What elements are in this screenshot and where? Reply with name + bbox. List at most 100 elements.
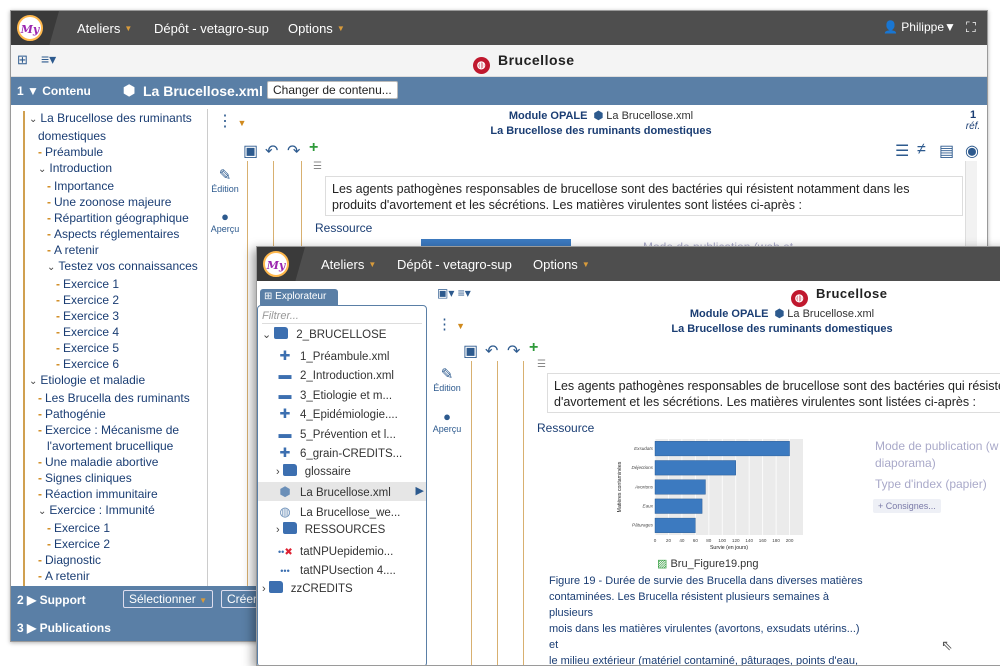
explorer-item[interactable]: ✚ 1_Préambule.xml bbox=[258, 346, 426, 365]
explorer-item[interactable]: ▬ 5_Prévention et l... bbox=[258, 424, 426, 443]
menu-icon[interactable]: ≡▾ bbox=[41, 51, 56, 68]
filter-icon[interactable]: ☰ bbox=[895, 141, 909, 161]
support-toggle[interactable]: 2 ▶ Support bbox=[17, 593, 86, 607]
menu-options[interactable]: Options ▼ bbox=[288, 21, 345, 36]
expand-arrow-icon[interactable]: ▶ bbox=[416, 482, 424, 501]
outline-icon[interactable]: ▤ bbox=[939, 141, 954, 161]
explorer-item[interactable]: ⬢ La Brucellose.xml ▶ bbox=[258, 482, 426, 501]
menu-ateliers[interactable]: Ateliers ▼ bbox=[321, 257, 376, 272]
not-equal-icon[interactable]: ≠ bbox=[917, 141, 926, 159]
explorer-item[interactable]: ✚ 4_Epidémiologie.... bbox=[258, 404, 426, 423]
explorer-item[interactable]: ◍ La Brucellose_we... bbox=[258, 502, 426, 521]
undo-icon[interactable]: ↶ bbox=[485, 341, 498, 361]
tree-item[interactable]: - Pathogénie bbox=[25, 406, 207, 422]
undo-icon[interactable]: ↶ bbox=[265, 141, 278, 161]
explorer-tab[interactable]: ⊞ Explorateur bbox=[260, 289, 338, 305]
menu-options[interactable]: Options ▼ bbox=[533, 257, 590, 272]
tree-item[interactable]: - Exercice 1 bbox=[25, 276, 207, 292]
edition-tab[interactable]: ✎ Édition bbox=[429, 365, 465, 393]
contenu-toggle[interactable]: 1 ▼ Contenu bbox=[17, 84, 91, 98]
explorer-item[interactable]: › RESSOURCES bbox=[258, 521, 426, 540]
chevron-down-icon[interactable]: ⌄ bbox=[262, 329, 274, 341]
chevron-down-icon[interactable]: ⌄ bbox=[38, 164, 46, 175]
save-icon[interactable]: ▣ bbox=[243, 141, 258, 161]
filter-input[interactable]: Filtrer... bbox=[262, 310, 422, 324]
explorer-item[interactable]: ▬ 2_Introduction.xml bbox=[258, 365, 426, 384]
paragraph-handle-icon[interactable]: ☰ bbox=[537, 359, 546, 370]
tree-item[interactable]: ⌄ Etiologie et maladie bbox=[25, 372, 207, 390]
tree-item[interactable]: - Une zoonose majeure bbox=[25, 194, 207, 210]
paragraph-text[interactable]: Les agents pathogènes responsables de br… bbox=[547, 373, 1000, 413]
menu-depot[interactable]: Dépôt - vetagro-sup bbox=[154, 21, 269, 36]
app-logo[interactable]: My bbox=[17, 15, 43, 41]
eye-icon[interactable]: ◉ bbox=[965, 141, 979, 161]
tree-item[interactable]: - Diagnostic bbox=[25, 552, 207, 568]
tree-item[interactable]: -A retenir bbox=[25, 568, 207, 584]
figure-caption[interactable]: Figure 19 - Durée de survie des Brucella… bbox=[549, 573, 869, 665]
redo-icon[interactable]: ↷ bbox=[287, 141, 300, 161]
kebab-icon[interactable]: ⋮ ▼ bbox=[437, 315, 465, 333]
explorer-item[interactable]: › zzCREDITS bbox=[258, 580, 426, 599]
tree-item[interactable]: ⌄Testez vos connaissances bbox=[25, 258, 207, 276]
explorer-item[interactable]: ▬ 3_Etiologie et m... bbox=[258, 385, 426, 404]
briefcase-icon: ▬ bbox=[278, 425, 292, 441]
ref-counter[interactable]: 1 réf. bbox=[961, 109, 985, 132]
tree-item[interactable]: - Exercice 2 bbox=[25, 536, 207, 552]
tree-item[interactable]: - Exercice 1 bbox=[25, 520, 207, 536]
tree-item[interactable]: - Signes cliniques bbox=[25, 470, 207, 486]
tree-item[interactable]: - Exercice 2 bbox=[25, 292, 207, 308]
explorer-item[interactable]: ⌄ 2_BRUCELLOSE bbox=[258, 326, 426, 345]
figure-file[interactable]: ▨ Bru_Figure19.png bbox=[657, 557, 759, 570]
publications-toggle[interactable]: 3 ▶ Publications bbox=[17, 621, 111, 635]
explorer-item[interactable]: ✚ 6_grain-CREDITS... bbox=[258, 443, 426, 462]
view-icon[interactable]: ▣▾ ≡▾ bbox=[437, 286, 471, 300]
chevron-right-icon[interactable]: › bbox=[262, 583, 269, 595]
tree-item[interactable]: ⌄ La Brucellose des ruminants bbox=[25, 110, 207, 128]
select-button[interactable]: Sélectionner ▼ bbox=[123, 590, 213, 608]
tree-item[interactable]: - Exercice 3 bbox=[25, 308, 207, 324]
tree-item[interactable]: - Exercice 4 bbox=[25, 324, 207, 340]
paragraph-text[interactable]: Les agents pathogènes responsables de br… bbox=[325, 176, 963, 216]
tree-item[interactable]: - Importance bbox=[25, 178, 207, 194]
menu-depot[interactable]: Dépôt - vetagro-sup bbox=[397, 257, 512, 272]
tree-item[interactable]: - Réaction immunitaire bbox=[25, 486, 207, 502]
paragraph-handle-icon[interactable]: ☰ bbox=[313, 161, 322, 172]
add-icon[interactable]: + bbox=[309, 139, 318, 157]
edition-tab[interactable]: ✎ Édition bbox=[207, 166, 243, 194]
explorer-item[interactable]: ••• tatNPUsection 4.... bbox=[258, 560, 426, 579]
tree-item[interactable]: ⌄ Exercice : Immunité bbox=[25, 502, 207, 520]
tree-item[interactable]: l'avortement brucellique bbox=[25, 438, 207, 454]
tree-item[interactable]: - Exercice 5 bbox=[25, 340, 207, 356]
apercu-tab[interactable]: ● Aperçu bbox=[429, 409, 465, 434]
chevron-down-icon[interactable]: ⌄ bbox=[29, 376, 37, 387]
tree-item[interactable]: - Exercice 6 bbox=[25, 356, 207, 372]
tree-item[interactable]: ⌄ Introduction bbox=[25, 160, 207, 178]
tree-item[interactable]: - Répartition géographique bbox=[25, 210, 207, 226]
app-logo[interactable]: My bbox=[263, 251, 289, 277]
tree-item[interactable]: - Aspects réglementaires bbox=[25, 226, 207, 242]
chevron-down-icon[interactable]: ⌄ bbox=[47, 262, 55, 273]
user-menu[interactable]: 👤 Philippe▼ bbox=[883, 20, 956, 34]
tree-item[interactable]: -A retenir bbox=[25, 242, 207, 258]
tree-item[interactable]: domestiques bbox=[25, 128, 207, 144]
chevron-right-icon[interactable]: › bbox=[276, 524, 283, 536]
tree-item[interactable]: - Exercice : Mécanisme de bbox=[25, 422, 207, 438]
apercu-tab[interactable]: ● Aperçu bbox=[207, 209, 243, 234]
fullscreen-icon[interactable]: ⛶ bbox=[966, 19, 976, 36]
tree-item[interactable]: - Une maladie abortive bbox=[25, 454, 207, 470]
change-content-button[interactable]: Changer de contenu... bbox=[267, 81, 398, 99]
tree-item[interactable]: - Préambule bbox=[25, 144, 207, 160]
consignes-button[interactable]: + Consignes... bbox=[873, 499, 941, 513]
save-icon[interactable]: ▣ bbox=[463, 341, 478, 361]
add-icon[interactable]: + bbox=[529, 339, 538, 357]
chevron-down-icon[interactable]: ⌄ bbox=[29, 114, 37, 125]
redo-icon[interactable]: ↷ bbox=[507, 341, 520, 361]
menu-ateliers[interactable]: Ateliers ▼ bbox=[77, 21, 132, 36]
chevron-down-icon[interactable]: ⌄ bbox=[38, 506, 46, 517]
chevron-right-icon[interactable]: › bbox=[276, 466, 283, 478]
explorer-item[interactable]: › glossaire bbox=[258, 463, 426, 482]
tree-item[interactable]: - Les Brucella des ruminants bbox=[25, 390, 207, 406]
explorer-item[interactable]: ••✖ tatNPUepidemio... bbox=[258, 541, 426, 560]
kebab-icon[interactable]: ⋮ ▼ bbox=[217, 111, 246, 131]
tree-icon[interactable]: ⊞ bbox=[17, 52, 28, 68]
